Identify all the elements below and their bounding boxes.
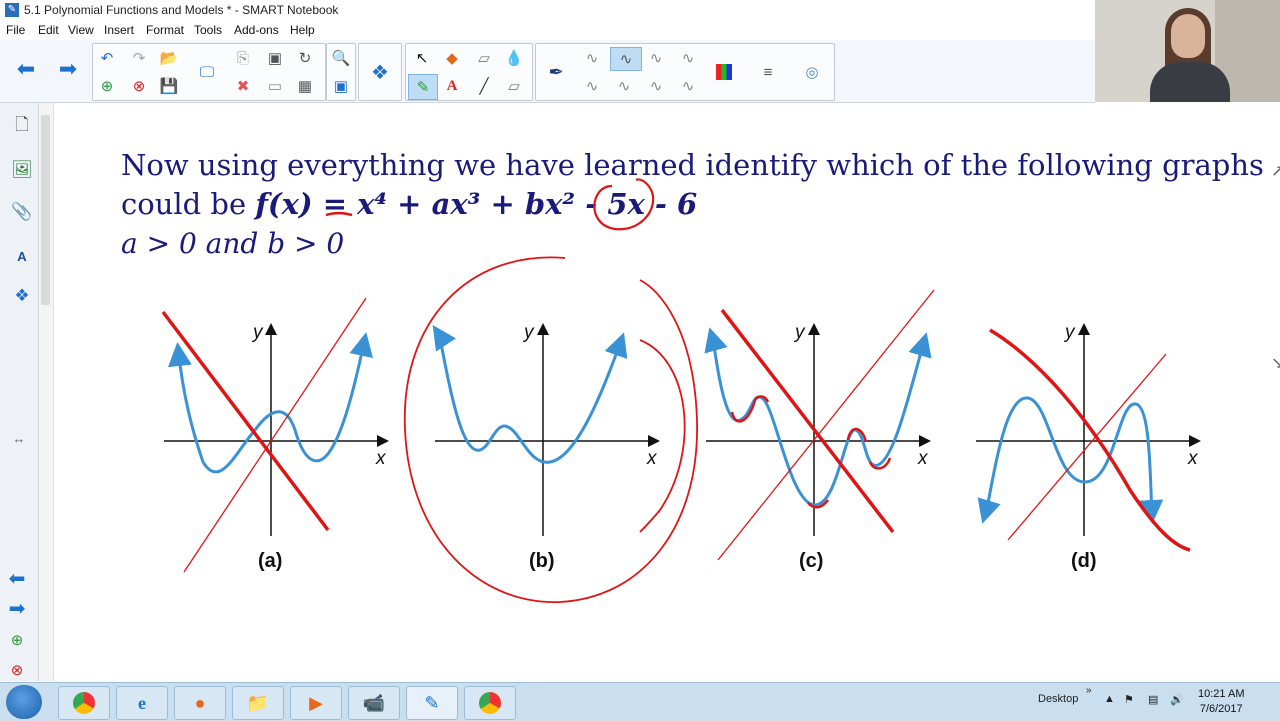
clock-date: 7/6/2017: [1199, 703, 1243, 715]
graph-c-y-label: y: [793, 322, 806, 343]
graph-a: x y: [161, 297, 389, 573]
graph-d-y-label: y: [1063, 322, 1076, 343]
right-edge-mark2-icon: ↘: [1271, 355, 1280, 372]
presentation-app-icon[interactable]: ▶: [290, 686, 342, 720]
graph-c-left-arrow-icon: [704, 327, 728, 354]
chrome-taskbar-icon[interactable]: [58, 686, 110, 720]
zoom-app-icon[interactable]: 📹: [348, 686, 400, 720]
graph-a-ink-slash: [161, 310, 330, 532]
system-clock[interactable]: 10:21 AM 7/6/2017: [1198, 687, 1244, 717]
graph-b-curve: [438, 332, 628, 464]
graph-a-curve: [201, 332, 373, 474]
graph-a-y-label: y: [251, 322, 264, 343]
internet-explorer-icon[interactable]: e: [116, 686, 168, 720]
chrome-taskbar-icon-2[interactable]: [464, 686, 516, 720]
graph-c-x-label: x: [917, 448, 929, 469]
graph-d: x y: [976, 322, 1201, 552]
show-hidden-icons-icon[interactable]: ▲: [1104, 693, 1115, 705]
graphs-layer: x y x y x y x y ↗ ↘: [161, 163, 1280, 603]
graph-b-ink-circle: [403, 256, 698, 603]
start-button[interactable]: [6, 685, 42, 719]
formula-ink-underline: [325, 211, 353, 217]
windows-taskbar: e ● 📁 ▶ 📹 ✎ Desktop » ▲ ⚑ ▤ 🔊 10:21 AM 7…: [0, 682, 1280, 721]
graph-b-x-label: x: [646, 448, 658, 469]
smart-notebook-taskbar-icon[interactable]: ✎: [406, 686, 458, 720]
graph-b: x y: [403, 256, 698, 603]
graph-d-ink-line: [1007, 353, 1167, 541]
constant-term-ink-circle: [593, 178, 655, 231]
volume-icon[interactable]: 🔊: [1170, 693, 1184, 706]
graph-a-curve-left: [167, 342, 205, 463]
clock-time: 10:21 AM: [1198, 688, 1245, 700]
graph-d-x-label: x: [1187, 448, 1199, 469]
network-icon[interactable]: ▤: [1148, 693, 1158, 706]
firefox-icon[interactable]: ●: [174, 686, 226, 720]
graph-a-x-label: x: [375, 448, 387, 469]
action-center-flag-icon[interactable]: ⚑: [1124, 693, 1134, 706]
right-edge-mark-icon: ↗: [1271, 163, 1280, 180]
graph-c-ink-slash: [720, 308, 895, 534]
graph-c-curve: [711, 332, 932, 507]
graph-d-curve: [983, 396, 1164, 524]
file-explorer-icon[interactable]: 📁: [232, 686, 284, 720]
graph-b-y-label: y: [522, 322, 535, 343]
graph-d-ink-slash: [989, 328, 1191, 552]
graph-c: x y: [704, 289, 935, 561]
toolbar-chevron-icon[interactable]: »: [1086, 685, 1092, 696]
desktop-toolbar-label[interactable]: Desktop: [1038, 693, 1078, 705]
graph-b-ink-arc: [639, 339, 686, 533]
